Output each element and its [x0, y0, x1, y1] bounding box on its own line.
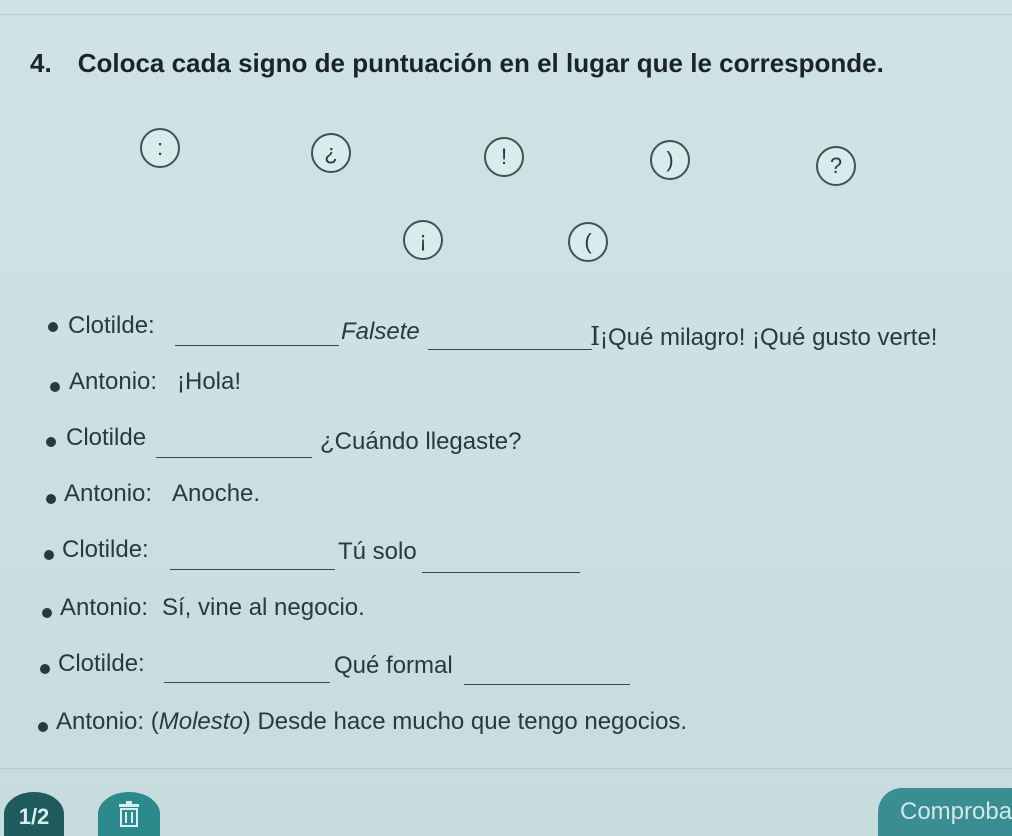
symbol-close-paren[interactable]: ) — [650, 140, 690, 180]
line-8-speaker: Antonio: — [56, 708, 145, 735]
line-8-italic: Molesto — [158, 708, 243, 735]
line-7-speaker: Clotilde: — [58, 650, 145, 677]
line-1-speaker: Clotilde: — [68, 312, 155, 339]
symbol-label: : — [156, 135, 164, 160]
line-6-speaker: Antonio: — [60, 594, 149, 621]
symbol-close-question[interactable]: ? — [816, 146, 856, 186]
line-1-text2: ¡Qué milagro! ¡Qué gusto verte! — [600, 324, 938, 351]
bottom-divider — [0, 768, 1012, 769]
line-8-body: Desde hace mucho que tengo negocios. — [257, 708, 688, 735]
line-7-text: Qué formal — [334, 652, 453, 679]
exercise-title: 4. Coloca cada signo de puntuación en el … — [30, 48, 884, 79]
exercise-instruction: Coloca cada signo de puntuación en el lu… — [77, 48, 884, 78]
symbol-label: ! — [500, 144, 508, 169]
blank-1b[interactable] — [428, 349, 592, 350]
bullet — [42, 608, 52, 618]
symbol-label: ? — [829, 153, 843, 178]
symbol-open-exclamation[interactable]: ¡ — [403, 220, 443, 260]
trash-button[interactable] — [98, 792, 160, 836]
bullet — [46, 437, 56, 447]
symbol-colon[interactable]: : — [140, 128, 180, 168]
blank-5a[interactable] — [170, 569, 335, 570]
bullet — [38, 722, 48, 732]
symbol-open-paren[interactable]: ( — [568, 222, 608, 262]
line-6-text: Sí, vine al negocio. — [162, 594, 365, 621]
text-cursor-icon: Ι — [590, 322, 601, 352]
symbol-label: ) — [666, 147, 674, 172]
bullet — [50, 382, 60, 392]
symbol-label: ( — [584, 229, 592, 254]
bullet — [44, 550, 54, 560]
blank-7a[interactable] — [164, 682, 330, 683]
bullet — [46, 494, 56, 504]
symbol-label: ¿ — [324, 140, 338, 165]
line-5-text: Tú solo — [338, 538, 417, 565]
line-4-text: Anoche. — [172, 480, 261, 507]
exercise-number: 4. — [30, 48, 52, 78]
symbol-open-question[interactable]: ¿ — [311, 133, 351, 173]
check-button-label: Comprobar — [900, 798, 1012, 825]
top-divider — [0, 14, 1012, 15]
blank-5b[interactable] — [422, 572, 580, 573]
line-4-speaker: Antonio: — [64, 480, 153, 507]
page-indicator-label: 1/2 — [18, 804, 50, 829]
line-3-speaker: Clotilde — [66, 424, 147, 451]
bullet — [40, 664, 50, 674]
trash-icon — [119, 801, 139, 827]
line-8-text: Antonio: (Molesto) Desde hace mucho que … — [56, 708, 688, 735]
line-5-speaker: Clotilde: — [62, 536, 149, 563]
symbol-close-exclamation[interactable]: ! — [484, 137, 524, 177]
check-button[interactable]: Comprobar — [878, 788, 1012, 836]
blank-1a[interactable] — [175, 345, 339, 346]
line-2-speaker: Antonio: — [69, 368, 158, 395]
symbol-label: ¡ — [419, 227, 427, 252]
blank-7b[interactable] — [464, 684, 630, 685]
bullet — [48, 322, 58, 332]
page-indicator: 1/2 — [4, 792, 64, 836]
blank-3[interactable] — [156, 457, 312, 458]
line-3-text: ¿Cuándo llegaste? — [320, 428, 522, 455]
line-2-text: ¡Hola! — [177, 368, 242, 395]
line-1-text1: Falsete — [341, 318, 420, 345]
